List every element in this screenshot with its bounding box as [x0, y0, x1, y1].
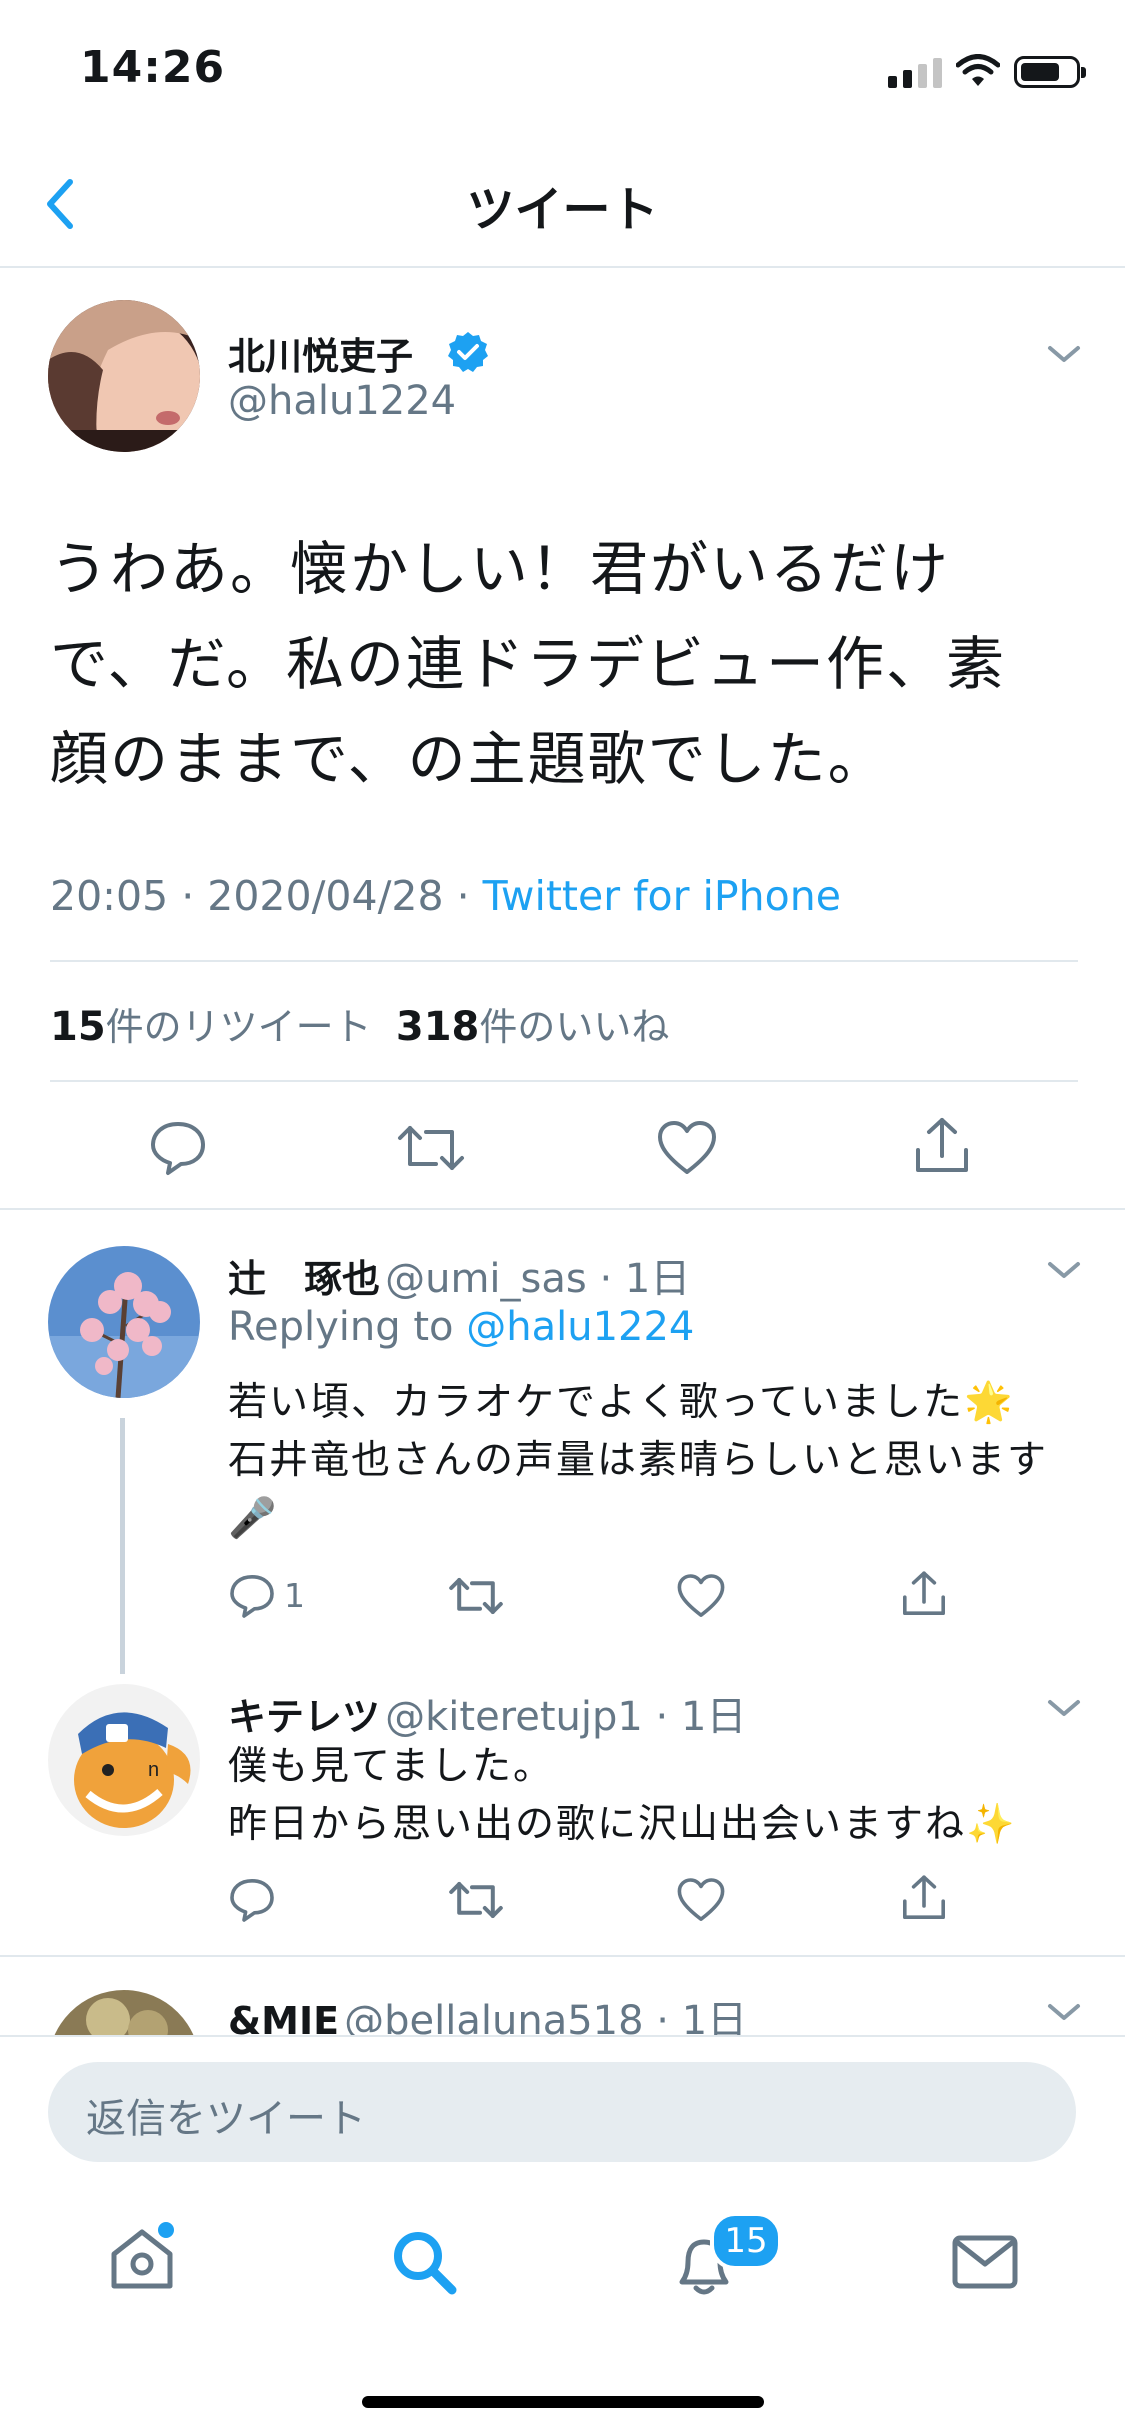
divider [50, 1080, 1078, 1082]
retweet-icon[interactable] [396, 1118, 466, 1178]
author-handle[interactable]: @halu1224 [228, 378, 456, 424]
replying-to-prefix: Replying to [228, 1304, 467, 1350]
reply-author-handle[interactable]: @kiteretujp1 · 1日 [385, 1694, 746, 1740]
reply-text: 若い頃、カラオケでよく歌っていました🌟 石井竜也さんの声量は素晴らしいと思います… [228, 1374, 1088, 1548]
replying-to: Replying to @halu1224 [228, 1304, 694, 1350]
svg-text:n: n [148, 1759, 159, 1781]
reply-icon[interactable] [228, 1876, 276, 1924]
share-icon[interactable] [912, 1114, 972, 1178]
divider [0, 1208, 1125, 1210]
chevron-down-icon[interactable] [1044, 1256, 1084, 1284]
share-icon[interactable] [900, 1568, 948, 1620]
reply-author-name[interactable]: &MIE [228, 1999, 339, 2035]
search-icon[interactable] [388, 2226, 460, 2298]
reply-author-name[interactable]: キテレツ [228, 1695, 380, 1739]
tweet-text: うわあ。懐かしい！君がいるだけ で、だ。私の連ドラデビュー作、素 顔のままで、の… [50, 522, 1080, 807]
reply-author-name[interactable]: 辻 琢也 [228, 1257, 380, 1301]
like-label: 件のいいね [479, 1005, 670, 1049]
tweet-timestamp: 20:05 · 2020/04/28 · [50, 872, 483, 920]
reply-header: &MIE @bellaluna518 · 1日 [228, 1988, 747, 2035]
reply-author-handle[interactable]: @bellaluna518 · 1日 [344, 1998, 747, 2035]
status-icons [888, 48, 1086, 88]
tweet-stats[interactable]: 15件のリツイート 318件のいいね [50, 996, 669, 1051]
reply-text-line: 昨日から思い出の歌に沢山出会いますね✨ [228, 1802, 1017, 1847]
reply-text-line: 石井竜也さんの声量は素晴らしいと思います [228, 1438, 1049, 1483]
reply-compose-placeholder: 返信をツイート [86, 2096, 366, 2142]
reply-text-line: 🎤 [228, 1496, 279, 1541]
tweet-text-line: 顔のままで、の主題歌でした。 [50, 725, 888, 793]
reply-avatar[interactable] [48, 1246, 200, 1398]
tweet-meta: 20:05 · 2020/04/28 · Twitter for iPhone [50, 872, 841, 920]
reply-avatar[interactable] [48, 1990, 200, 2035]
home-indicator[interactable] [362, 2396, 764, 2408]
reply-icon[interactable] [148, 1118, 208, 1178]
replying-to-handle[interactable]: @halu1224 [466, 1304, 694, 1350]
divider [0, 2035, 1125, 2037]
thread-line [120, 1418, 125, 1674]
retweet-icon[interactable] [448, 1876, 504, 1924]
share-icon[interactable] [900, 1872, 948, 1924]
reply-text-line: 僕も見てました。 [228, 1744, 555, 1789]
reply-header: 辻 琢也 @umi_sas · 1日 [228, 1246, 690, 1304]
tweet-source-link[interactable]: Twitter for iPhone [483, 872, 841, 920]
author-name[interactable]: 北川悦吏子 [228, 326, 413, 380]
tweet-text-line: うわあ。懐かしい！君がいるだけ [50, 535, 951, 603]
author-avatar[interactable] [48, 300, 200, 452]
divider [50, 960, 1078, 962]
like-icon[interactable] [676, 1876, 726, 1924]
reply-avatar[interactable]: n [48, 1684, 200, 1836]
verified-badge-icon [448, 332, 488, 372]
cellular-signal-icon [888, 56, 942, 88]
like-icon[interactable] [676, 1572, 726, 1620]
wifi-icon [956, 54, 1000, 86]
tweet-text-line: で、だ。私の連ドラデビュー作、素 [50, 630, 1006, 698]
reply-author-handle[interactable]: @umi_sas · 1日 [385, 1256, 690, 1302]
reply-icon[interactable] [228, 1572, 276, 1620]
reply-text-line: 若い頃、カラオケでよく歌っていました🌟 [228, 1380, 1015, 1425]
battery-icon [1014, 56, 1086, 88]
reply-header: キテレツ @kiteretujp1 · 1日 [228, 1684, 746, 1742]
chevron-down-icon[interactable] [1044, 340, 1084, 368]
notifications-badge: 15 [710, 2212, 782, 2270]
chevron-down-icon[interactable] [1044, 1694, 1084, 1722]
messages-mail-icon[interactable] [950, 2230, 1020, 2294]
retweet-label: 件のリツイート [105, 1005, 372, 1049]
nav-header: ツイート [0, 150, 1125, 268]
like-icon[interactable] [656, 1118, 718, 1178]
divider [0, 1955, 1125, 1957]
home-icon[interactable] [106, 2222, 178, 2294]
retweet-count: 15 [50, 1004, 106, 1050]
reply-count: 1 [284, 1576, 305, 1615]
reply-text: 僕も見てました。 昨日から思い出の歌に沢山出会いますね✨ [228, 1738, 1088, 1854]
page-title: ツイート [466, 182, 659, 238]
status-time: 14:26 [80, 42, 226, 93]
like-count: 318 [395, 1004, 480, 1050]
chevron-down-icon[interactable] [1044, 1998, 1084, 2026]
retweet-icon[interactable] [448, 1572, 504, 1620]
